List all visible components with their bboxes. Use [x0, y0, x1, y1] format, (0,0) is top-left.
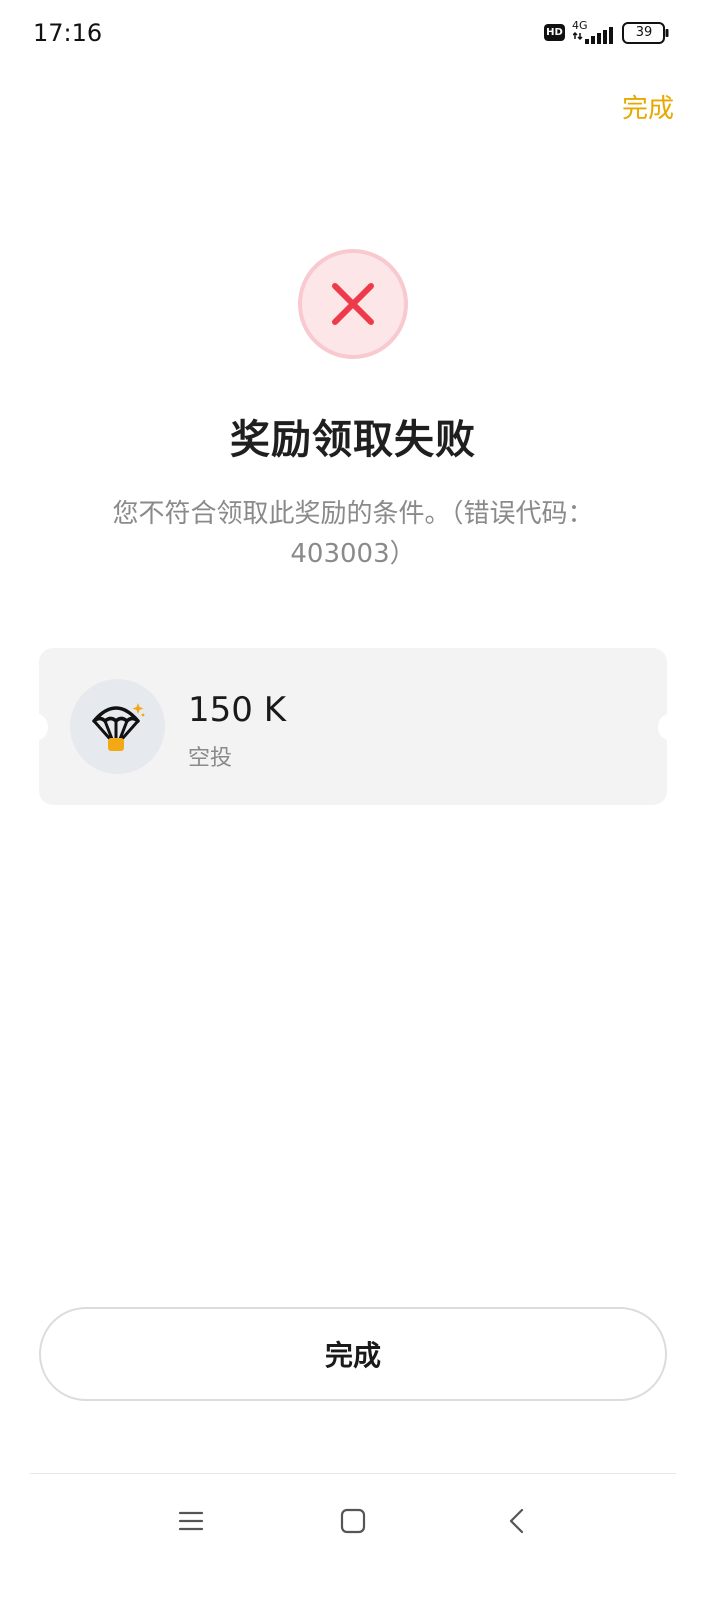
reward-amount: 150 K	[188, 690, 286, 730]
signal-icon	[573, 27, 613, 44]
page-title: 奖励领取失败	[230, 417, 476, 463]
battery-level: 39	[635, 25, 653, 40]
hd-badge: HD	[544, 24, 565, 41]
status-time: 17:16	[33, 19, 103, 47]
reward-avatar	[70, 679, 165, 774]
home-square-icon	[340, 1508, 366, 1534]
reward-card: 150 K 空投	[26, 648, 680, 805]
nav-divider	[30, 1473, 676, 1474]
nav-menu-button[interactable]	[173, 1503, 209, 1539]
error-x-icon	[332, 283, 374, 325]
error-status-badge	[298, 249, 408, 359]
reward-type: 空投	[188, 746, 233, 771]
status-bar: 17:16 HD 4G 39	[0, 0, 720, 70]
card-notch-right	[658, 714, 680, 740]
menu-icon	[178, 1511, 204, 1531]
parachute-airdrop-icon	[91, 702, 144, 751]
card-notch-left	[26, 714, 48, 740]
done-button[interactable]: 完成	[39, 1307, 667, 1401]
nav-back-button[interactable]	[499, 1503, 535, 1539]
back-chevron-icon	[509, 1508, 524, 1534]
reward-failed-screen: 17:16 HD 4G 39 完成 奖励领取失败 您不符合领取此奖励的条件。（错…	[0, 0, 720, 1600]
header-done-link[interactable]: 完成	[622, 88, 674, 125]
nav-home-button[interactable]	[335, 1503, 371, 1539]
error-message: 您不符合领取此奖励的条件。（错误代码：403003）	[112, 499, 594, 569]
